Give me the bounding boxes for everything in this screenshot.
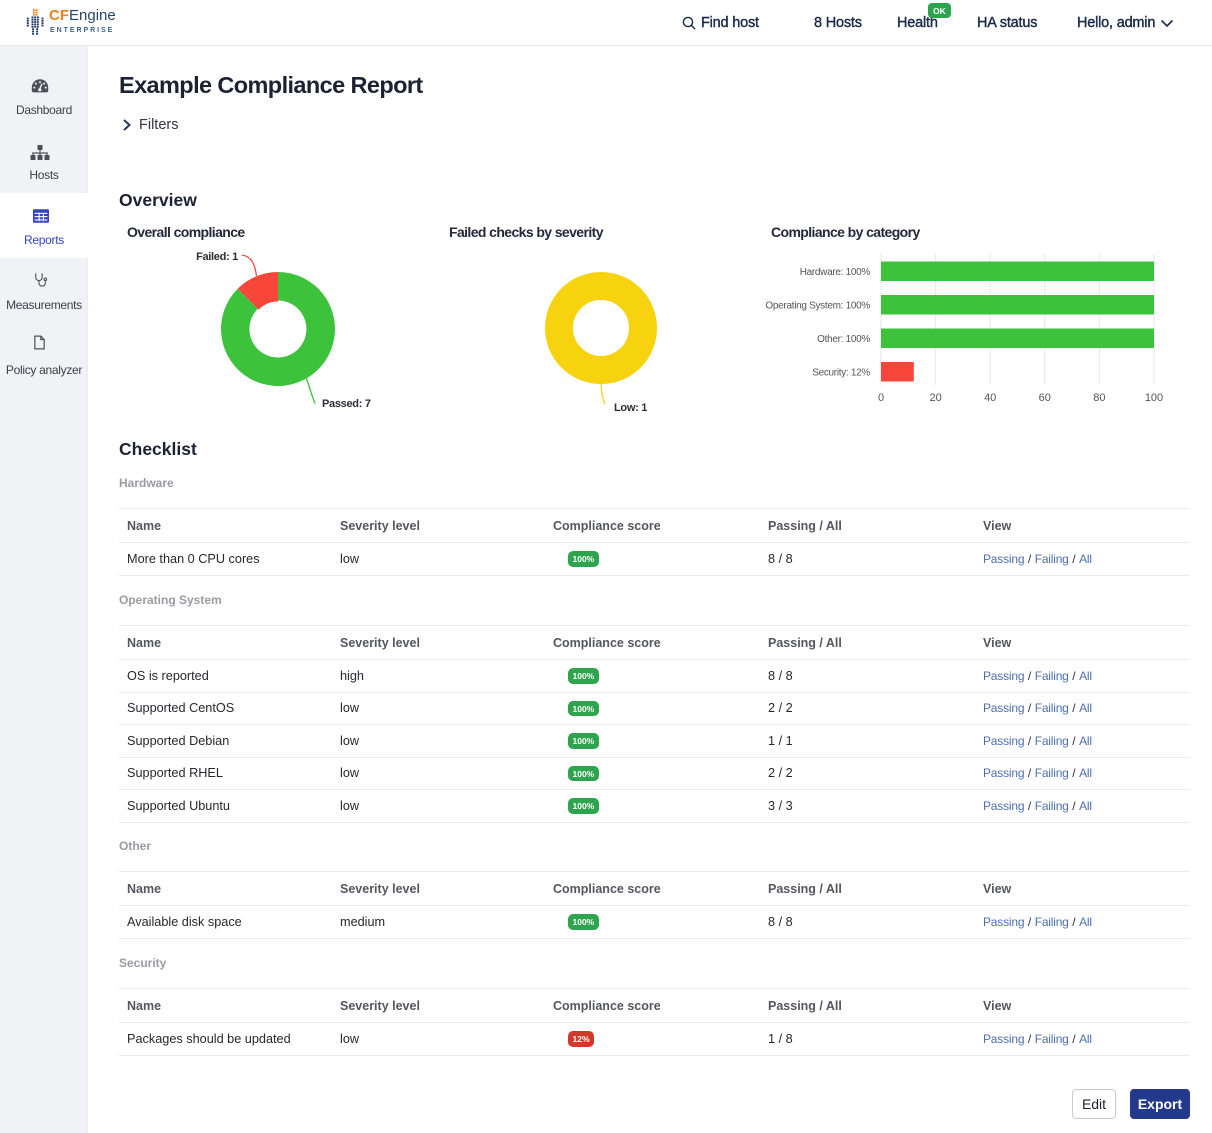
- svg-text:Low: 1: Low: 1: [614, 402, 647, 414]
- svg-text:0: 0: [878, 392, 884, 404]
- svg-text:60: 60: [1039, 392, 1051, 404]
- svg-text:Security: 12%: Security: 12%: [812, 368, 870, 379]
- svg-text:40: 40: [984, 392, 996, 404]
- svg-text:80: 80: [1093, 392, 1105, 404]
- svg-text:Passed: 7: Passed: 7: [322, 398, 371, 410]
- svg-text:20: 20: [929, 392, 941, 404]
- svg-text:Operating System: 100%: Operating System: 100%: [765, 301, 870, 312]
- svg-text:Hardware: 100%: Hardware: 100%: [800, 267, 871, 278]
- svg-text:Other: 100%: Other: 100%: [817, 334, 870, 345]
- svg-text:100: 100: [1145, 392, 1163, 404]
- svg-text:Failed: 1: Failed: 1: [196, 251, 238, 263]
